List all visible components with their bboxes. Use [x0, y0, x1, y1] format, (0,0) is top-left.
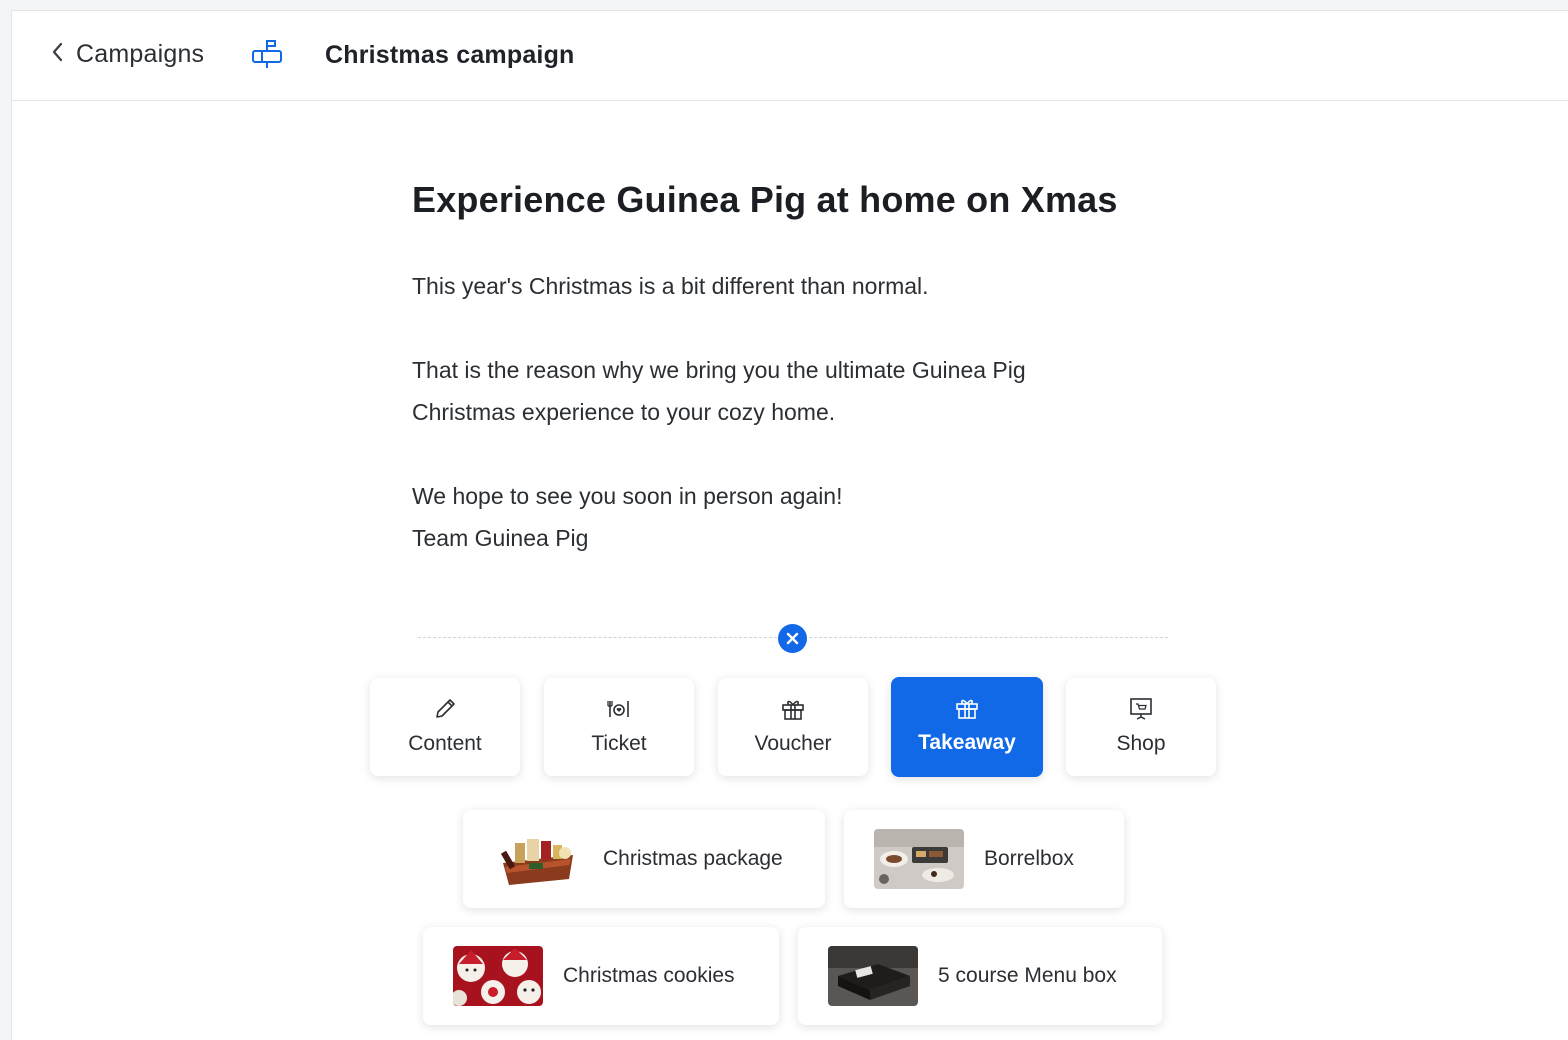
- borrelbox-image: [874, 829, 964, 889]
- paragraph-2-line-2: Christmas experience to your cozy home.: [412, 399, 836, 425]
- paragraph-2: That is the reason why we bring you the …: [412, 349, 1026, 433]
- product-label: 5 course Menu box: [938, 964, 1117, 987]
- product-label: Christmas package: [603, 847, 783, 870]
- ticket-icon: [606, 696, 632, 722]
- block-type-label: Takeaway: [918, 731, 1016, 754]
- paragraph-3-line-2: Team Guinea Pig: [412, 525, 589, 551]
- christmas-cookies-image: [453, 946, 543, 1006]
- top-bar: Campaigns Christmas campaign: [12, 11, 1568, 101]
- block-type-shop[interactable]: Shop: [1066, 678, 1216, 776]
- close-icon: [786, 632, 799, 645]
- block-type-takeaway[interactable]: Takeaway: [891, 677, 1043, 777]
- block-type-label: Shop: [1116, 732, 1166, 755]
- paragraph-1: This year's Christmas is a bit different…: [412, 265, 929, 307]
- chevron-left-icon: [50, 41, 64, 68]
- block-type-label: Content: [408, 732, 482, 755]
- product-card-christmas-package[interactable]: Christmas package: [463, 810, 825, 908]
- product-card-christmas-cookies[interactable]: Christmas cookies: [423, 927, 779, 1025]
- product-card-borrelbox[interactable]: Borrelbox: [844, 810, 1124, 908]
- paragraph-3-line-1: We hope to see you soon in person again!: [412, 483, 843, 509]
- block-type-content[interactable]: Content: [370, 678, 520, 776]
- product-label: Borrelbox: [984, 847, 1074, 870]
- gift-icon: [780, 696, 806, 722]
- app-frame: Campaigns Christmas campaign Experience …: [11, 10, 1568, 1040]
- close-block-picker-button[interactable]: [778, 624, 807, 653]
- block-type-voucher[interactable]: Voucher: [718, 678, 868, 776]
- block-type-label: Voucher: [754, 732, 832, 755]
- product-label: Christmas cookies: [563, 964, 735, 987]
- back-label: Campaigns: [76, 40, 205, 68]
- mailbox-icon: [250, 37, 284, 71]
- shop-icon: [1128, 696, 1154, 722]
- page-title: Christmas campaign: [325, 41, 575, 69]
- christmas-package-image: [493, 829, 583, 889]
- block-type-ticket[interactable]: Ticket: [544, 678, 694, 776]
- product-card-menu-box[interactable]: 5 course Menu box: [798, 927, 1162, 1025]
- paragraph-1-text: This year's Christmas is a bit different…: [412, 273, 929, 299]
- paragraph-3: We hope to see you soon in person again!…: [412, 475, 843, 559]
- block-type-label: Ticket: [591, 732, 647, 755]
- back-to-campaigns-button[interactable]: Campaigns: [50, 40, 204, 69]
- menu-box-image: [828, 946, 918, 1006]
- campaign-headline: Experience Guinea Pig at home on Xmas: [412, 179, 1118, 220]
- pencil-icon: [432, 696, 458, 722]
- paragraph-2-line-1: That is the reason why we bring you the …: [412, 357, 1026, 383]
- gift-icon: [954, 695, 980, 721]
